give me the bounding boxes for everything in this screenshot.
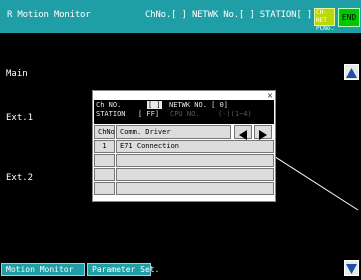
scroll-down-button[interactable] (344, 260, 359, 276)
dialog-titlebar (93, 91, 275, 99)
netwk-label: NETWK NO. [ 0] (169, 101, 229, 109)
row-3-driver[interactable] (116, 168, 274, 181)
row-4-chno[interactable] (94, 182, 115, 195)
header-comm-driver: Comm. Driver (116, 125, 231, 139)
header-chno: ChNo (94, 125, 115, 139)
scroll-up-button[interactable] (344, 64, 359, 80)
row-1-driver[interactable]: E71 Connection (116, 140, 274, 153)
ext1-label: Ext.1 (6, 113, 34, 123)
cpu-label: CPU NO. (170, 110, 200, 118)
triangle-down-icon (346, 264, 357, 274)
main-label: Main (6, 69, 28, 79)
triangle-up-icon (346, 68, 357, 78)
close-icon[interactable]: × (265, 91, 275, 100)
row-4-driver[interactable] (116, 182, 274, 195)
cpu-value: (-)(1~4) (218, 110, 252, 118)
chno-value[interactable]: [ ] (147, 101, 162, 109)
row-2-driver[interactable] (116, 154, 274, 167)
next-button[interactable] (254, 125, 272, 140)
app-title: R Motion Monitor (7, 10, 91, 20)
connection-info: Ch NO. [ ] NETWK NO. [ 0] STATION [ FF] … (94, 100, 274, 124)
row-1-chno[interactable]: 1 (94, 140, 115, 153)
motion-monitor-button[interactable]: Motion Monitor (1, 263, 85, 276)
ext2-label: Ext.2 (6, 173, 34, 183)
prev-button[interactable] (234, 125, 252, 140)
title-bar: R Motion Monitor ChNo.[ ] NETWK No.[ ] S… (0, 0, 361, 33)
end-button[interactable]: END (338, 8, 360, 27)
channel-status: ChNo.[ ] NETWK No.[ ] STATION[ ] (145, 10, 312, 20)
row-2-chno[interactable] (94, 154, 115, 167)
chno-label: Ch NO. (96, 101, 122, 109)
ch-net-pcno-badge[interactable]: CH-NET PCNo. (314, 8, 335, 32)
station-label: STATION (96, 110, 126, 118)
channel-select-dialog: × Ch NO. [ ] NETWK NO. [ 0] STATION [ FF… (92, 90, 276, 202)
parameter-set-button[interactable]: Parameter Set. (87, 263, 159, 276)
row-3-chno[interactable] (94, 168, 115, 181)
station-value: [ FF] (138, 110, 160, 118)
